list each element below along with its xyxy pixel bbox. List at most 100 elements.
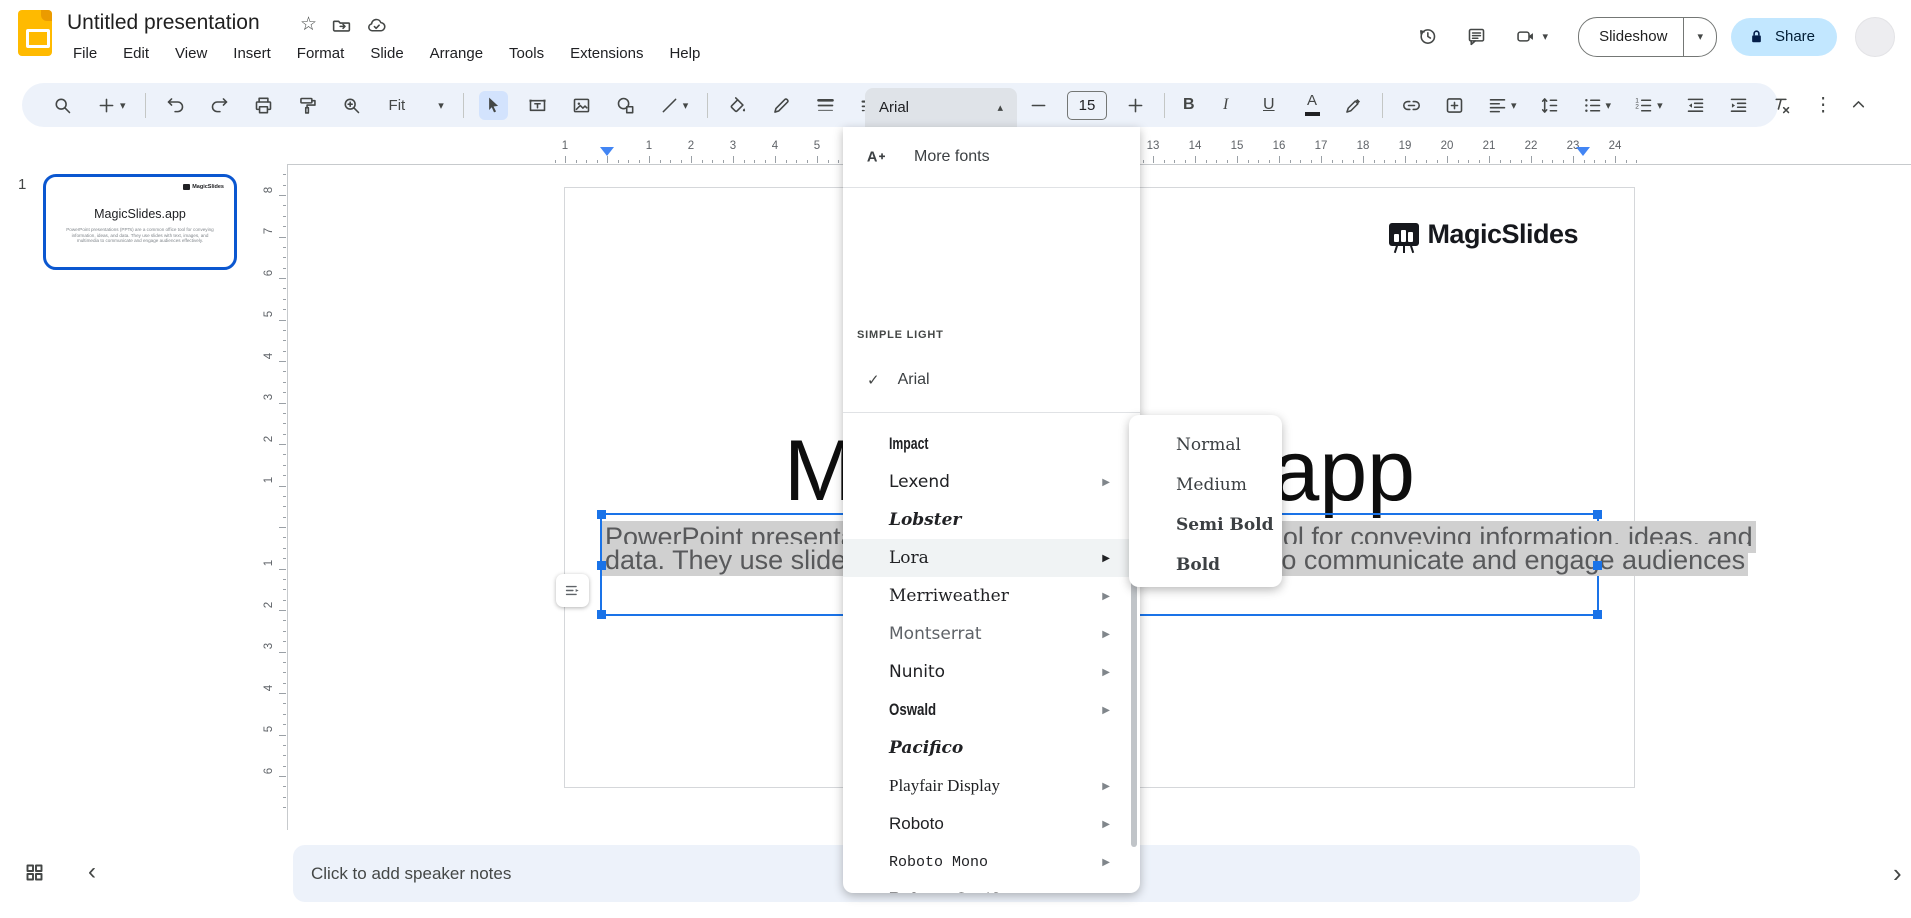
text-color-icon[interactable]: A bbox=[1299, 90, 1325, 120]
menu-file[interactable]: File bbox=[60, 42, 110, 65]
font-item-arial[interactable]: ✓ Arial bbox=[843, 359, 1140, 401]
decrease-font-size-icon[interactable] bbox=[1024, 91, 1053, 120]
paint-format-icon[interactable] bbox=[293, 91, 322, 120]
slideshow-button[interactable]: Slideshow ▾ bbox=[1578, 17, 1717, 57]
undo-icon[interactable] bbox=[161, 91, 190, 120]
increase-indent-icon[interactable] bbox=[1724, 91, 1753, 120]
slide-thumbnail[interactable]: MagicSlides MagicSlides.app PowerPoint p… bbox=[43, 174, 237, 270]
zoom-select[interactable]: Fit▾ bbox=[381, 93, 448, 118]
zoom-in-icon[interactable] bbox=[337, 91, 366, 120]
font-item-merriweather[interactable]: Merriweather▶ bbox=[843, 577, 1140, 615]
font-item-montserrat[interactable]: Montserrat▶ bbox=[843, 615, 1140, 653]
insert-shape-icon[interactable] bbox=[611, 91, 640, 120]
align-icon[interactable]: ▾ bbox=[1483, 91, 1521, 120]
resize-handle-w[interactable] bbox=[597, 561, 606, 570]
underline-icon[interactable]: U bbox=[1259, 92, 1285, 118]
version-history-icon[interactable] bbox=[1417, 26, 1438, 47]
weight-item-medium[interactable]: Medium bbox=[1129, 465, 1282, 505]
star-icon[interactable]: ☆ bbox=[300, 14, 317, 36]
border-color-icon[interactable] bbox=[767, 91, 796, 120]
resize-handle-se[interactable] bbox=[1593, 610, 1602, 619]
zoom-caret-icon[interactable]: ▾ bbox=[438, 99, 444, 112]
increase-font-size-icon[interactable] bbox=[1121, 91, 1150, 120]
align-caret-icon[interactable]: ▾ bbox=[1511, 99, 1517, 112]
cloud-saved-icon[interactable] bbox=[366, 15, 387, 36]
menu-extensions[interactable]: Extensions bbox=[557, 42, 656, 65]
italic-icon[interactable]: I bbox=[1219, 92, 1245, 118]
font-item-pacifico[interactable]: Pacifico bbox=[843, 729, 1140, 767]
meet-camera-icon[interactable]: ▾ bbox=[1515, 26, 1549, 47]
fill-color-icon[interactable] bbox=[723, 91, 752, 120]
document-title[interactable]: Untitled presentation bbox=[67, 11, 260, 35]
autofit-options-button[interactable] bbox=[556, 574, 589, 607]
insert-link-icon[interactable] bbox=[1397, 91, 1426, 120]
border-weight-icon[interactable] bbox=[811, 91, 840, 120]
numbered-list-caret-icon[interactable]: ▾ bbox=[1657, 99, 1663, 112]
menu-arrange[interactable]: Arrange bbox=[417, 42, 496, 65]
bulleted-list-icon[interactable]: ▾ bbox=[1578, 91, 1616, 120]
bulleted-list-caret-icon[interactable]: ▾ bbox=[1606, 99, 1612, 112]
select-tool[interactable] bbox=[479, 91, 508, 120]
slideshow-caret-icon[interactable]: ▾ bbox=[1684, 30, 1716, 43]
font-family-selector[interactable]: Arial ▴ bbox=[865, 88, 1017, 127]
comments-icon[interactable] bbox=[1466, 26, 1487, 47]
menu-insert[interactable]: Insert bbox=[220, 42, 284, 65]
line-caret-icon[interactable]: ▾ bbox=[683, 99, 689, 112]
font-item-lora[interactable]: Lora▶ bbox=[843, 539, 1140, 577]
numbered-list-icon[interactable]: 12▾ bbox=[1629, 91, 1667, 120]
font-family-caret-icon: ▴ bbox=[997, 101, 1003, 114]
decrease-indent-icon[interactable] bbox=[1681, 91, 1710, 120]
grid-view-icon[interactable] bbox=[24, 862, 45, 883]
avatar[interactable] bbox=[1855, 17, 1895, 57]
bold-icon[interactable]: B bbox=[1179, 92, 1205, 118]
font-item-oswald[interactable]: Oswald▶ bbox=[843, 691, 1140, 729]
indent-marker[interactable] bbox=[1576, 147, 1590, 156]
search-menus-icon[interactable] bbox=[48, 91, 77, 120]
font-item-playfair[interactable]: Playfair Display▶ bbox=[843, 767, 1140, 805]
weight-item-normal[interactable]: Normal bbox=[1129, 425, 1282, 465]
font-item-lobster[interactable]: Lobster bbox=[843, 501, 1140, 539]
menu-slide[interactable]: Slide bbox=[357, 42, 416, 65]
menu-view[interactable]: View bbox=[162, 42, 220, 65]
new-slide-button[interactable]: ▾ bbox=[92, 91, 130, 120]
resize-handle-e[interactable] bbox=[1593, 561, 1602, 570]
hide-menus-icon[interactable] bbox=[1848, 94, 1869, 115]
new-slide-caret-icon[interactable]: ▾ bbox=[120, 99, 126, 112]
menu-tools[interactable]: Tools bbox=[496, 42, 557, 65]
add-comment-icon[interactable] bbox=[1440, 91, 1469, 120]
font-item-roboto[interactable]: Roboto▶ bbox=[843, 805, 1140, 843]
font-dropdown-menu: A More fonts SIMPLE LIGHT ✓ Arial Impact… bbox=[843, 127, 1140, 893]
share-button[interactable]: Share bbox=[1731, 18, 1837, 56]
redo-icon[interactable] bbox=[205, 91, 234, 120]
resize-handle-nw[interactable] bbox=[597, 510, 606, 519]
collapse-filmstrip-icon[interactable]: ‹ bbox=[88, 858, 96, 886]
font-item-impact[interactable]: Impact bbox=[843, 425, 1140, 463]
font-size-input[interactable]: 15 bbox=[1067, 91, 1107, 120]
menu-edit[interactable]: Edit bbox=[110, 42, 162, 65]
resize-handle-sw[interactable] bbox=[597, 610, 606, 619]
highlight-color-icon[interactable] bbox=[1339, 91, 1368, 120]
weight-item-semi-bold[interactable]: Semi Bold bbox=[1129, 505, 1282, 545]
line-spacing-icon[interactable] bbox=[1535, 91, 1564, 120]
expand-sidebar-icon[interactable]: › bbox=[1893, 858, 1902, 889]
menu-format[interactable]: Format bbox=[284, 42, 358, 65]
camera-caret-icon[interactable]: ▾ bbox=[1543, 30, 1549, 43]
indent-marker[interactable] bbox=[600, 147, 614, 156]
insert-image-icon[interactable] bbox=[567, 91, 596, 120]
resize-handle-ne[interactable] bbox=[1593, 510, 1602, 519]
toolbar-divider bbox=[463, 93, 464, 118]
font-item-roboto-mono[interactable]: Roboto Mono▶ bbox=[843, 843, 1140, 881]
more-options-icon[interactable]: ⋮ bbox=[1810, 90, 1837, 121]
slides-logo-icon[interactable] bbox=[18, 10, 52, 56]
print-icon[interactable] bbox=[249, 91, 278, 120]
clear-formatting-icon[interactable] bbox=[1767, 91, 1796, 120]
weight-item-bold[interactable]: Bold bbox=[1129, 545, 1282, 585]
insert-line-icon[interactable]: ▾ bbox=[655, 91, 693, 120]
move-to-folder-icon[interactable] bbox=[331, 15, 352, 36]
text-box-tool[interactable] bbox=[523, 91, 552, 120]
more-fonts-item[interactable]: A More fonts bbox=[843, 135, 1140, 179]
menu-help[interactable]: Help bbox=[656, 42, 713, 65]
font-item-nunito[interactable]: Nunito▶ bbox=[843, 653, 1140, 691]
font-item-lexend[interactable]: Lexend▶ bbox=[843, 463, 1140, 501]
font-item-roboto-serif[interactable]: Roboto Serif▶ bbox=[843, 881, 1140, 893]
